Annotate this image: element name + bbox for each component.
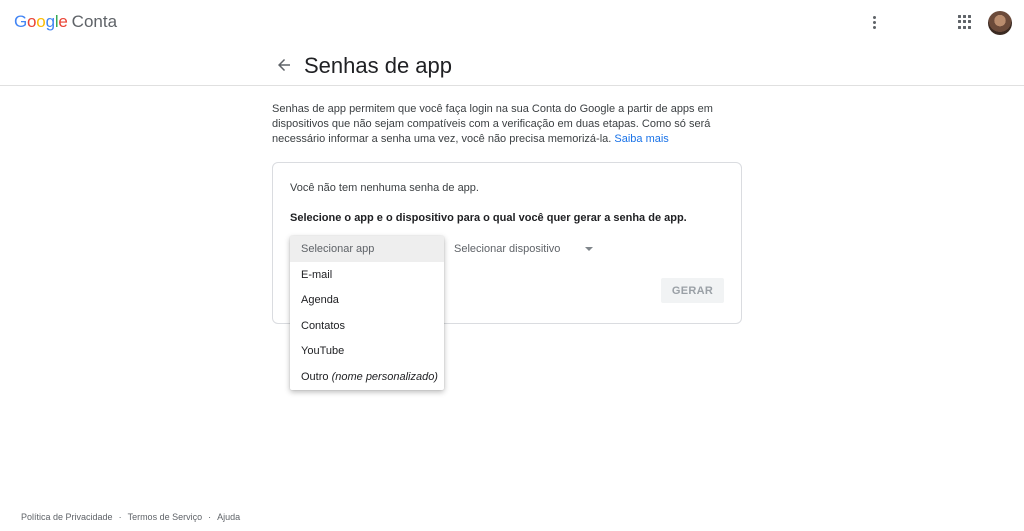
arrow-back-icon[interactable] xyxy=(275,56,293,74)
more-vert-icon[interactable] xyxy=(866,12,882,32)
app-option-youtube[interactable]: YouTube xyxy=(290,338,444,364)
generate-button[interactable]: GERAR xyxy=(661,278,724,303)
app-select-dropdown[interactable]: Selecionar app E-mail Agenda Contatos Yo… xyxy=(290,236,444,390)
chevron-down-icon xyxy=(585,247,593,251)
footer: Política de Privacidade · Termos de Serviç… xyxy=(21,512,240,522)
footer-separator: · xyxy=(118,512,122,522)
description: Senhas de app permitem que você faça log… xyxy=(272,102,748,147)
app-option-other-hint: (nome personalizado) xyxy=(331,371,438,383)
app-option-selected[interactable]: Selecionar app xyxy=(290,236,444,262)
page-header: Senhas de app xyxy=(0,46,1024,86)
learn-more-link[interactable]: Saiba mais xyxy=(614,133,668,145)
product-name: Conta xyxy=(71,12,118,31)
app-option-contacts[interactable]: Contatos xyxy=(290,313,444,339)
no-passwords-message: Você não tem nenhuma senha de app. xyxy=(290,182,479,194)
apps-grid-icon[interactable] xyxy=(958,15,972,29)
google-account-logo[interactable]: Google Conta xyxy=(14,12,117,32)
device-select-value: Selecionar dispositivo xyxy=(454,243,561,255)
google-logo-word: Google xyxy=(14,12,68,31)
device-select[interactable]: Selecionar dispositivo xyxy=(454,243,594,263)
app-option-calendar[interactable]: Agenda xyxy=(290,287,444,313)
footer-separator: · xyxy=(208,512,212,522)
instruction-label: Selecione o app e o dispositivo para o q… xyxy=(290,212,687,224)
avatar[interactable] xyxy=(988,11,1012,35)
app-option-email[interactable]: E-mail xyxy=(290,262,444,288)
privacy-link[interactable]: Política de Privacidade xyxy=(21,512,113,522)
top-bar: Google Conta xyxy=(0,0,1024,46)
page-title: Senhas de app xyxy=(304,53,453,78)
terms-link[interactable]: Termos de Serviço xyxy=(128,512,203,522)
app-option-other[interactable]: Outro (nome personalizado) xyxy=(290,364,444,390)
app-option-other-label: Outro xyxy=(301,371,329,383)
help-link[interactable]: Ajuda xyxy=(217,512,240,522)
